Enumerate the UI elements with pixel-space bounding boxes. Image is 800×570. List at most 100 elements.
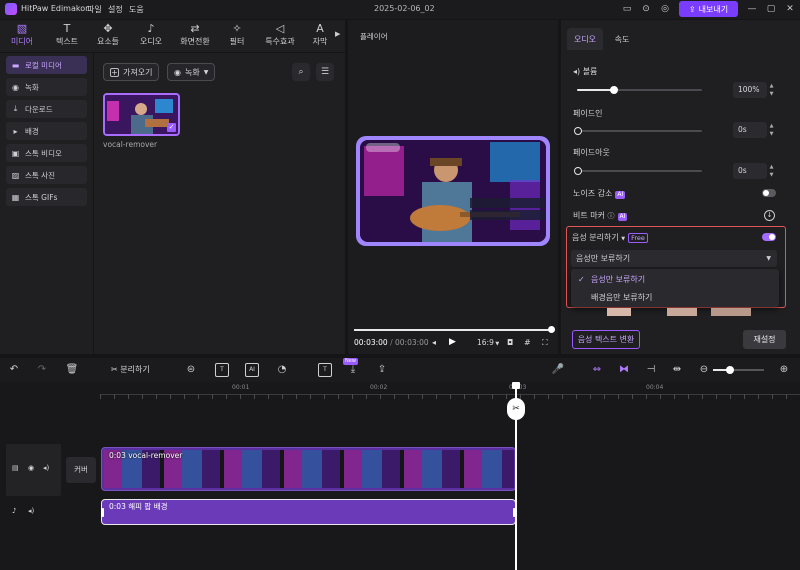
volume-value-field[interactable]: 100% xyxy=(733,82,767,98)
option-label: 배경음만 보류하기 xyxy=(591,293,653,302)
caption-icon[interactable]: ⊜ xyxy=(184,363,198,377)
record-icon: ◉ xyxy=(12,82,19,92)
download-icon[interactable]: ↓ xyxy=(764,210,775,221)
volume-stepper[interactable]: ▲ ▼ xyxy=(767,82,776,98)
volume-icon[interactable]: ◂ xyxy=(432,338,436,347)
tab-media[interactable]: ▧ 미디어 xyxy=(0,22,47,50)
reset-button[interactable]: 재설정 xyxy=(743,330,786,349)
snap-icon[interactable]: ⇔ xyxy=(590,363,604,377)
tab-label: 미디어 xyxy=(10,37,34,46)
fade-in-value-field[interactable]: 0s xyxy=(733,122,767,138)
download-icon[interactable]: ⤓ xyxy=(346,363,360,377)
aspect-ratio-dropdown[interactable]: 16:9 ▼ xyxy=(477,338,499,347)
zoom-slider-knob[interactable] xyxy=(726,366,734,374)
video-preview[interactable] xyxy=(356,136,550,246)
tts-label: 음성 텍스트 변환 xyxy=(577,335,635,344)
fade-out-slider[interactable] xyxy=(574,167,702,175)
noise-reduction-toggle[interactable] xyxy=(762,189,776,197)
zoom-slider[interactable] xyxy=(713,366,764,374)
grid-icon[interactable]: # xyxy=(524,338,531,347)
audio-clip[interactable]: 0:03 해피 팝 배경 xyxy=(101,499,516,525)
sidebar-item-local-media[interactable]: ▬ 로컬 미디어 xyxy=(6,56,87,74)
ai-tool-icon[interactable]: AI xyxy=(245,363,259,377)
download-icon[interactable]: ⊙ xyxy=(640,3,652,15)
import-button[interactable]: + 가져오기 xyxy=(103,63,160,81)
track-layer-icon[interactable]: ▤ xyxy=(12,464,19,472)
option-voice-only[interactable]: ✓ 음성만 보류하기 xyxy=(571,271,779,288)
fade-in-stepper[interactable]: ▲ ▼ xyxy=(767,122,776,138)
close-icon[interactable]: ✕ xyxy=(784,3,796,15)
sidebar-item-label: 배경 xyxy=(25,126,39,136)
speed-icon[interactable]: ◔ xyxy=(275,363,289,377)
video-clip[interactable]: 0:03 vocal-remover xyxy=(101,447,516,491)
fullscreen-icon[interactable]: ⛶ xyxy=(542,338,548,348)
tab-audio-props[interactable]: 오디오 xyxy=(567,28,603,50)
sidebar-item-download[interactable]: ⤓ 다운로드 xyxy=(6,100,87,118)
tab-subtitle[interactable]: A 자막 xyxy=(300,22,340,50)
menu-file[interactable]: 파일 xyxy=(87,4,102,15)
sidebar-item-record[interactable]: ◉ 녹화 xyxy=(6,78,87,96)
export-button[interactable]: ⇪ 내보내기 xyxy=(679,1,738,17)
info-icon[interactable]: ⓘ xyxy=(608,212,615,220)
media-thumbnail[interactable]: ✓ xyxy=(103,93,180,136)
link-icon[interactable]: ⧓ xyxy=(617,363,631,377)
fade-out-stepper[interactable]: ▲ ▼ xyxy=(767,163,776,179)
cover-button[interactable]: 커버 xyxy=(66,457,96,483)
voice-separate-toggle[interactable] xyxy=(762,233,776,241)
speech-to-text-button[interactable]: 음성 텍스트 변환 xyxy=(572,330,640,349)
search-icon[interactable]: ⌕ xyxy=(292,63,310,81)
fade-in-slider-knob[interactable] xyxy=(574,127,582,135)
account-icon[interactable]: ◎ xyxy=(659,3,671,15)
split-label: 분리하기 xyxy=(120,365,150,374)
fit-icon[interactable]: ⇹ xyxy=(670,363,684,377)
chevron-down-icon[interactable]: ▼ xyxy=(621,236,625,242)
fade-out-value-field[interactable]: 0s xyxy=(733,163,767,179)
fade-out-slider-knob[interactable] xyxy=(574,167,582,175)
trim-handle-left[interactable] xyxy=(101,508,104,517)
volume-slider-knob[interactable] xyxy=(610,86,618,94)
maximize-icon[interactable]: ▢ xyxy=(765,3,777,15)
zoom-out-icon[interactable]: ⊖ xyxy=(697,363,711,377)
record-dropdown[interactable]: ◉ 녹화 ▼ xyxy=(167,63,216,81)
player-progress-bar[interactable] xyxy=(354,326,555,333)
fade-in-slider[interactable] xyxy=(574,127,702,135)
play-icon[interactable]: ▶ xyxy=(449,337,456,347)
split-at-playhead-icon[interactable]: ✂ xyxy=(507,398,525,420)
upload-icon: ⇪ xyxy=(688,4,696,14)
tab-effects[interactable]: ◁ 특수효과 xyxy=(255,22,305,50)
menu-help[interactable]: 도움 xyxy=(129,4,144,15)
split-button[interactable]: ✂ 분리하기 xyxy=(111,363,150,377)
feedback-icon[interactable]: ▭ xyxy=(621,3,633,15)
check-icon: ✓ xyxy=(578,275,585,284)
volume-slider[interactable] xyxy=(577,86,702,94)
text-tool-icon[interactable]: T xyxy=(215,363,229,377)
tabs-scroll-right-icon[interactable]: ▶ xyxy=(335,30,340,38)
speaker-icon[interactable]: ◂) xyxy=(43,464,49,472)
zoom-in-icon[interactable]: ⊕ xyxy=(777,363,791,377)
separate-mode-select[interactable]: 음성만 보류하기 ▼ xyxy=(571,250,777,267)
sort-icon[interactable]: ☰ xyxy=(316,63,334,81)
eye-icon[interactable]: ◉ xyxy=(28,464,34,472)
menu-settings[interactable]: 설정 xyxy=(108,4,123,15)
minimize-icon[interactable]: — xyxy=(746,3,758,15)
sidebar-item-stock-photo[interactable]: ▨ 스톡 사진 xyxy=(6,166,87,184)
sidebar-item-stock-video[interactable]: ▣ 스톡 비디오 xyxy=(6,144,87,162)
option-background-only[interactable]: 배경음만 보류하기 xyxy=(571,289,779,306)
progress-knob[interactable] xyxy=(548,326,555,333)
sidebar-item-background[interactable]: ▸ 배경 xyxy=(6,122,87,140)
redo-icon[interactable]: ↷ xyxy=(35,363,49,377)
microphone-icon[interactable]: 🎤 xyxy=(551,363,565,377)
speaker-icon[interactable]: ◂) xyxy=(28,507,34,515)
sidebar-item-stock-gifs[interactable]: ▦ 스톡 GIFs xyxy=(6,188,87,206)
gif-icon: ▦ xyxy=(11,192,20,202)
undo-icon[interactable]: ↶ xyxy=(7,363,21,377)
text-template-icon[interactable]: T xyxy=(318,363,332,377)
snapshot-icon[interactable]: ◘ xyxy=(507,338,513,347)
tab-speed[interactable]: 속도 xyxy=(607,28,637,50)
split-view-icon[interactable]: ⊣ xyxy=(644,363,658,377)
tab-audio[interactable]: ♪ 오디오 xyxy=(126,22,176,50)
delete-icon[interactable]: 🗑 xyxy=(65,363,79,377)
fade-in-label: 페이드인 xyxy=(573,109,603,118)
export-clip-icon[interactable]: ⇪ xyxy=(375,363,389,377)
playhead-handle[interactable] xyxy=(512,382,520,389)
